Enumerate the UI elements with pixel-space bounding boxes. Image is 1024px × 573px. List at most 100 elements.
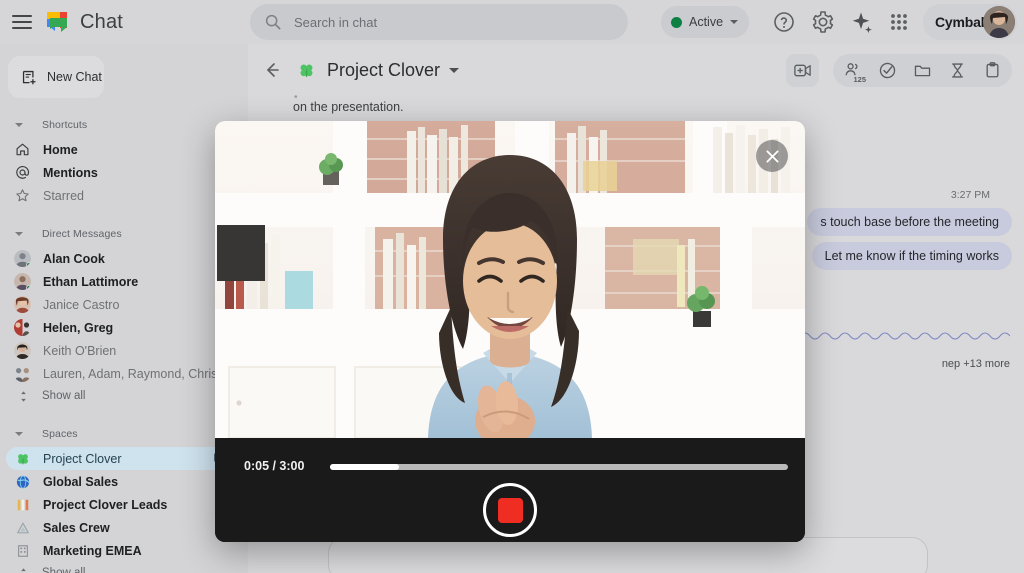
sidebar-item-label: Project Clover Leads [43, 497, 168, 512]
top-bar: Chat Active [0, 0, 1024, 44]
video-preview[interactable] [215, 121, 805, 438]
back-arrow-icon[interactable] [262, 60, 282, 80]
show-all-spaces-button[interactable]: Show all [14, 562, 248, 573]
avatar[interactable] [983, 6, 1015, 38]
section-header-direct-messages[interactable]: Direct Messages [12, 223, 248, 245]
search-bar[interactable] [250, 4, 628, 40]
chevron-down-icon [15, 232, 23, 236]
sidebar-item-sales-crew[interactable]: Sales Crew [6, 516, 240, 539]
google-chat-logo [44, 9, 70, 35]
video-recording-modal: 0:05 / 3:00 [215, 121, 805, 542]
chevron-down-icon[interactable] [449, 67, 460, 73]
account-button[interactable]: Cymbal [923, 4, 1017, 40]
status-selector[interactable]: Active [661, 6, 750, 38]
new-chat-label: New Chat [47, 70, 102, 84]
home-icon [14, 141, 31, 158]
sidebar-item-marketing-emea[interactable]: Marketing EMEA [6, 539, 240, 562]
section-title: Direct Messages [42, 228, 122, 240]
chat-app-window: Chat Active [0, 0, 1024, 573]
sidebar-item-alan-cook[interactable]: Alan Cook [6, 247, 240, 270]
spark-icon[interactable] [849, 10, 873, 34]
sidebar-item-group-lauren[interactable]: Lauren, Adam, Raymond, Christian [6, 362, 240, 385]
search-icon [265, 14, 281, 30]
expand-icon [21, 567, 26, 571]
add-video-icon [794, 64, 811, 77]
new-chat-button[interactable]: New Chat [8, 56, 104, 98]
apps-grid-icon[interactable] [887, 10, 911, 34]
sidebar-item-label: Home [43, 142, 78, 157]
chevron-down-icon [15, 123, 23, 127]
sidebar-item-label: Alan Cook [43, 251, 105, 266]
section-header-spaces[interactable]: Spaces [12, 423, 248, 445]
sidebar-item-label: Helen, Greg [43, 320, 114, 335]
star-icon [14, 187, 31, 204]
triangle-icon [14, 519, 31, 536]
avatar [14, 342, 31, 359]
brand-label: Cymbal [935, 14, 985, 30]
progress-fill [330, 464, 399, 470]
sidebar-item-home[interactable]: Home [6, 138, 240, 161]
sidebar-item-label: Marketing EMEA [43, 543, 142, 558]
avatar [14, 319, 31, 336]
message-bubble[interactable]: Let me know if the timing works [811, 242, 1012, 270]
divider-squiggle [780, 332, 1010, 340]
room-tools-group: 125 [833, 54, 1012, 87]
sidebar-item-label: Janice Castro [43, 297, 120, 312]
message-readers: nep +13 more [941, 358, 1010, 370]
show-all-label: Show all [42, 567, 86, 573]
at-icon [14, 164, 31, 181]
stop-record-button[interactable] [483, 483, 537, 537]
clipboard-button[interactable] [976, 54, 1009, 87]
members-count: 125 [853, 75, 866, 84]
hamburger-icon[interactable] [12, 15, 32, 29]
section-header-shortcuts[interactable]: Shortcuts [12, 114, 248, 136]
members-button[interactable]: 125 [836, 54, 869, 87]
sidebar-item-label: Sales Crew [43, 520, 110, 535]
folder-icon [914, 65, 931, 77]
message-bubble[interactable]: s touch base before the meeting [807, 208, 1012, 236]
close-icon[interactable] [756, 140, 788, 172]
tasks-button[interactable] [871, 54, 904, 87]
add-video-button[interactable] [786, 54, 819, 87]
sidebar-item-starred[interactable]: Starred [6, 184, 240, 207]
room-header: Project Clover 125 [248, 44, 1024, 96]
show-all-dms-button[interactable]: Show all [14, 385, 248, 407]
clipboard-icon [986, 62, 999, 78]
hourglass-button[interactable] [941, 54, 974, 87]
sidebar-item-mentions[interactable]: Mentions [6, 161, 240, 184]
sidebar-item-project-clover[interactable]: Project Clover [6, 447, 240, 470]
sidebar-item-janice-castro[interactable]: Janice Castro [6, 293, 240, 316]
search-input[interactable] [294, 14, 594, 30]
message-composer[interactable] [328, 537, 928, 573]
columns-icon [14, 496, 31, 513]
sidebar-item-label: Starred [43, 188, 84, 203]
sidebar-item-label: Keith O'Brien [43, 343, 117, 358]
video-frame-image [215, 121, 805, 438]
sidebar-item-label: Project Clover [43, 451, 122, 466]
help-icon[interactable] [772, 10, 796, 34]
avatar [14, 273, 31, 290]
clover-icon [14, 450, 31, 467]
files-button[interactable] [906, 54, 939, 87]
sidebar-item-global-sales[interactable]: Global Sales [6, 470, 240, 493]
sidebar-item-ethan-lattimore[interactable]: Ethan Lattimore [6, 270, 240, 293]
sidebar-item-project-clover-leads[interactable]: Project Clover Leads [6, 493, 240, 516]
time-display: 0:05 / 3:00 [244, 459, 305, 473]
gear-icon[interactable] [811, 10, 835, 34]
progress-track[interactable] [330, 464, 788, 470]
new-chat-icon [22, 70, 36, 84]
sidebar-item-label: Ethan Lattimore [43, 274, 139, 289]
clover-icon [297, 61, 315, 79]
presence-dot-icon [26, 285, 31, 290]
message-text: on the presentation. [293, 100, 404, 114]
expand-icon [21, 390, 26, 402]
section-title: Spaces [42, 428, 78, 440]
room-actions: 125 [786, 54, 1012, 87]
sidebar: New Chat Shortcuts Home Mentions Starred… [0, 44, 248, 573]
sidebar-item-helen-greg[interactable]: Helen, Greg [6, 316, 240, 339]
section-title: Shortcuts [42, 119, 88, 131]
sidebar-item-keith-obrien[interactable]: Keith O'Brien [6, 339, 240, 362]
stop-record-icon [497, 497, 523, 523]
avatar [14, 365, 31, 382]
status-label: Active [689, 15, 724, 29]
